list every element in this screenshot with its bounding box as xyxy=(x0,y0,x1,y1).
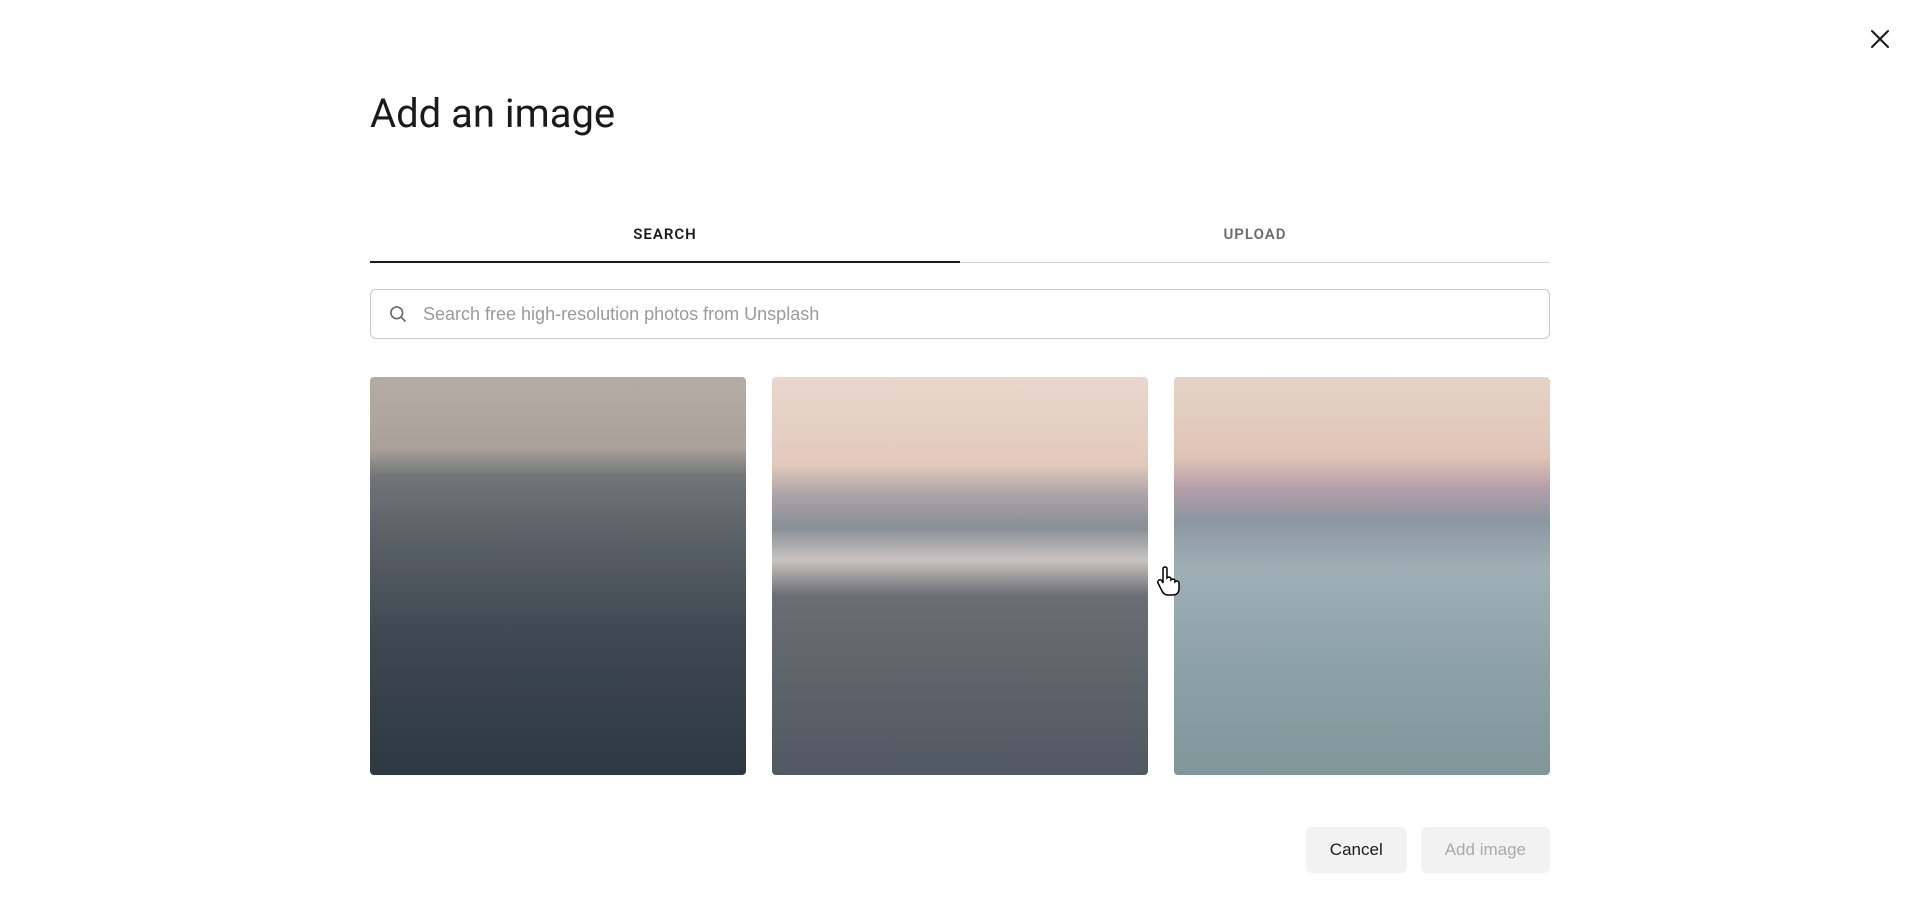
modal-title: Add an image xyxy=(370,90,1550,137)
modal-content: Add an image SEARCH UPLOAD Cancel Add im… xyxy=(0,0,1920,873)
image-result[interactable] xyxy=(1174,377,1550,775)
add-image-button[interactable]: Add image xyxy=(1421,827,1550,873)
tab-upload[interactable]: UPLOAD xyxy=(960,207,1550,263)
tabs: SEARCH UPLOAD xyxy=(370,207,1550,263)
cancel-button[interactable]: Cancel xyxy=(1306,827,1407,873)
search-wrapper xyxy=(370,289,1550,339)
search-input[interactable] xyxy=(370,289,1550,339)
image-result[interactable] xyxy=(370,377,746,775)
close-icon xyxy=(1868,27,1892,54)
image-grid xyxy=(370,377,1550,775)
tab-search[interactable]: SEARCH xyxy=(370,207,960,263)
image-result[interactable] xyxy=(772,377,1148,775)
close-button[interactable] xyxy=(1864,24,1896,56)
search-icon xyxy=(388,304,408,324)
footer-actions: Cancel Add image xyxy=(370,827,1550,873)
